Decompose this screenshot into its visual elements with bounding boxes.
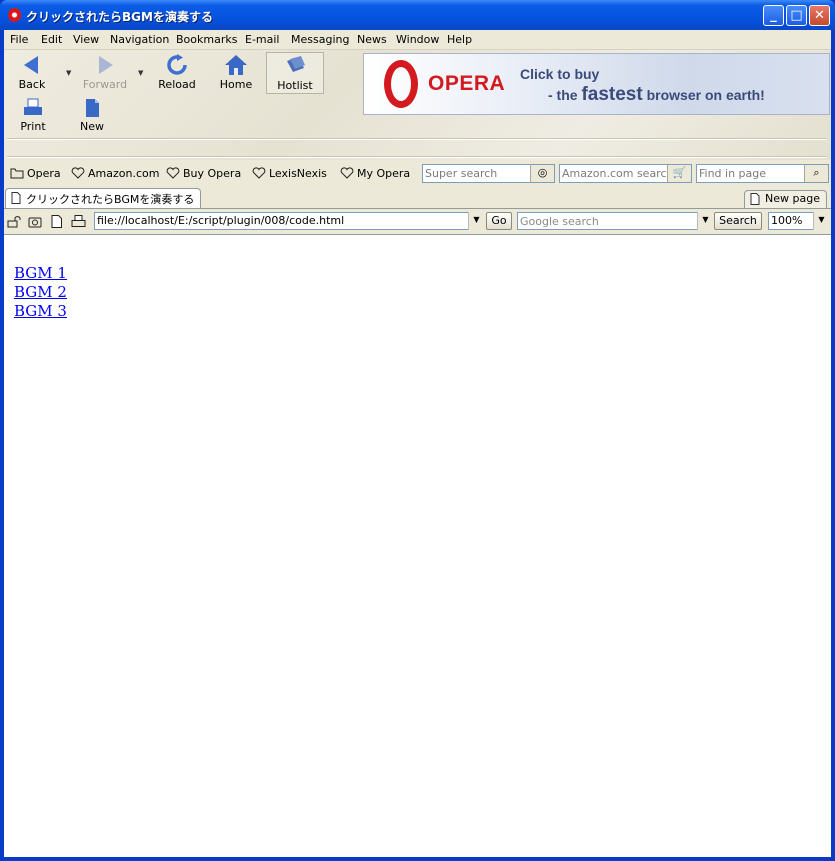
minimize-button[interactable]: _ — [763, 5, 784, 26]
back-history-dropdown[interactable]: ▼ — [66, 69, 71, 77]
client-area: File Edit View Navigation Bookmarks E-ma… — [4, 30, 831, 857]
page-icon — [11, 192, 21, 204]
new-page-icon — [86, 99, 99, 117]
bookmark-amazon[interactable]: Amazon.com — [71, 167, 159, 180]
close-button[interactable]: ✕ — [809, 5, 830, 26]
url-history-dropdown[interactable]: ▼ — [468, 212, 484, 230]
new-page-tab[interactable]: New page — [744, 190, 827, 208]
home-button[interactable]: Home — [208, 54, 264, 91]
menu-help[interactable]: Help — [447, 33, 472, 46]
new-button[interactable]: New — [64, 98, 120, 133]
address-bar: file://localhost/E:/script/plugin/008/co… — [4, 209, 831, 235]
bgm-link-3[interactable]: BGM 3 — [14, 302, 67, 321]
home-icon — [225, 55, 247, 75]
go-button[interactable]: Go — [486, 212, 512, 230]
magnifier-icon[interactable]: ⌕ — [804, 165, 828, 182]
url-input[interactable]: file://localhost/E:/script/plugin/008/co… — [94, 212, 484, 230]
google-search-input[interactable]: Google search — [517, 212, 713, 230]
opera-ad-banner[interactable]: OPERA Click to buy - the fastest browser… — [363, 53, 830, 115]
menu-view[interactable]: View — [73, 33, 99, 46]
banner-line1: Click to buy — [520, 66, 600, 82]
forward-history-dropdown[interactable]: ▼ — [138, 69, 143, 77]
heart-icon — [252, 167, 266, 179]
forward-arrow-icon — [99, 56, 113, 74]
tab-bar: クリックされたらBGMを演奏する New page — [4, 186, 831, 209]
menu-bar: File Edit View Navigation Bookmarks E-ma… — [4, 30, 831, 50]
amazon-search-input[interactable]: Amazon.com search 🛒 — [559, 164, 692, 183]
search-engine-dropdown[interactable]: ▼ — [697, 212, 713, 230]
home-label: Home — [219, 78, 253, 91]
bgm-link-list: BGM 1 BGM 2 BGM 3 — [14, 264, 67, 321]
printer-icon — [24, 98, 42, 115]
menu-window[interactable]: Window — [396, 33, 439, 46]
print-label: Print — [20, 120, 46, 133]
print-preview-icon[interactable] — [71, 215, 86, 228]
bgm-link-2[interactable]: BGM 2 — [14, 283, 67, 302]
opera-logo-icon[interactable] — [8, 8, 21, 22]
menu-edit[interactable]: Edit — [41, 33, 62, 46]
bookmark-my-opera[interactable]: My Opera — [340, 167, 410, 180]
menu-navigation[interactable]: Navigation — [110, 33, 169, 46]
main-toolbar: Back ▼ Forward ▼ Reload Home Hotlist Pri… — [4, 50, 831, 160]
bookmark-lexisnexis[interactable]: LexisNexis — [252, 167, 327, 180]
back-label: Back — [18, 78, 46, 91]
page-content: BGM 1 BGM 2 BGM 3 — [4, 235, 831, 857]
new-label: New — [80, 120, 104, 133]
bgm-link-1[interactable]: BGM 1 — [14, 264, 67, 283]
camera-icon[interactable] — [28, 215, 42, 228]
super-search-input[interactable]: Super search ◎ — [422, 164, 555, 183]
title-bar[interactable]: クリックされたらBGMを演奏する _ □ ✕ — [0, 0, 835, 30]
opera-o-logo — [384, 60, 418, 108]
hotlist-label: Hotlist — [277, 79, 313, 92]
forward-button[interactable]: Forward — [77, 54, 133, 91]
hotlist-icon — [287, 56, 305, 72]
tab-active-page[interactable]: クリックされたらBGMを演奏する — [5, 188, 202, 208]
shopping-cart-icon[interactable]: 🛒 — [667, 165, 691, 182]
toolbar-divider — [7, 138, 827, 140]
zoom-dropdown[interactable]: ▼ — [813, 212, 829, 230]
personal-bar: Opera Amazon.com Buy Opera LexisNexis My… — [4, 161, 831, 185]
print-button[interactable]: Print — [5, 98, 61, 133]
bookmark-buy-opera[interactable]: Buy Opera — [166, 167, 241, 180]
hotlist-button[interactable]: Hotlist — [266, 52, 324, 94]
browser-window: クリックされたらBGMを演奏する _ □ ✕ File Edit View Na… — [0, 0, 835, 861]
banner-brand: OPERA — [428, 72, 506, 95]
menu-news[interactable]: News — [357, 33, 387, 46]
forward-label: Forward — [82, 78, 128, 91]
banner-line2: - the fastest browser on earth! — [548, 84, 765, 105]
menu-email[interactable]: E-mail — [245, 33, 280, 46]
security-lock-icon[interactable] — [7, 215, 21, 228]
window-title: クリックされたらBGMを演奏する — [26, 10, 213, 24]
menu-file[interactable]: File — [10, 33, 28, 46]
back-button[interactable]: Back — [4, 54, 60, 91]
search-button[interactable]: Search — [714, 212, 762, 230]
menu-bookmarks[interactable]: Bookmarks — [176, 33, 237, 46]
back-arrow-icon — [24, 56, 38, 74]
toolbar-divider — [7, 156, 827, 158]
find-in-page-input[interactable]: Find in page ⌕ — [696, 164, 829, 183]
page-icon — [750, 193, 760, 205]
folder-icon — [10, 168, 24, 179]
maximize-button[interactable]: □ — [786, 5, 807, 26]
bookmark-opera[interactable]: Opera — [10, 167, 61, 180]
heart-icon — [71, 167, 85, 179]
page-info-icon[interactable] — [51, 215, 63, 228]
super-search-icon[interactable]: ◎ — [530, 165, 554, 182]
heart-icon — [166, 167, 180, 179]
reload-button[interactable]: Reload — [149, 54, 205, 91]
heart-icon — [340, 167, 354, 179]
menu-messaging[interactable]: Messaging — [291, 33, 349, 46]
reload-icon — [167, 54, 187, 75]
reload-label: Reload — [158, 78, 196, 91]
